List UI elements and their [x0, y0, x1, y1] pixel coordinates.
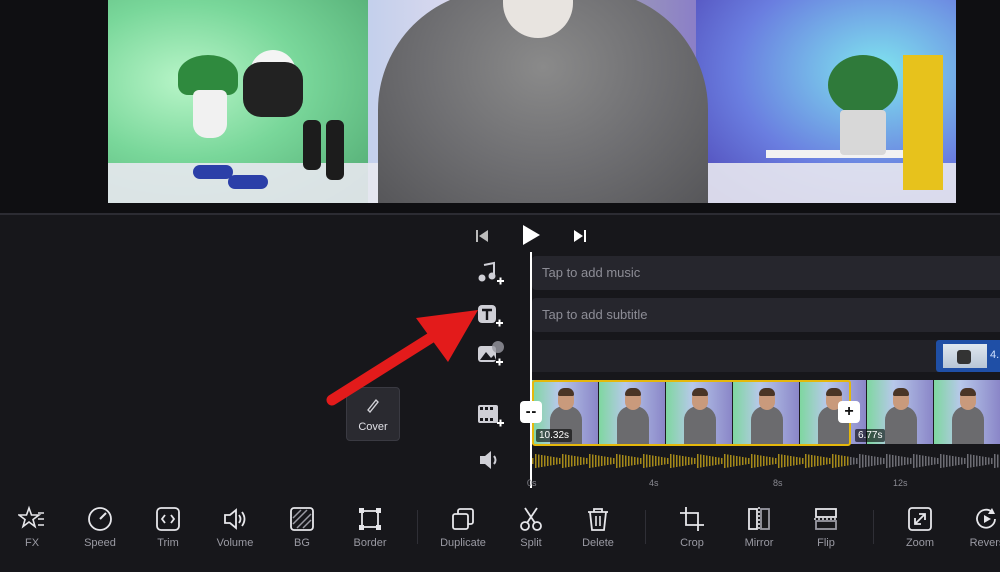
fx-star-icon [18, 505, 46, 533]
volume-icon [221, 505, 249, 533]
toolbar-mirror-button[interactable]: Mirror [727, 505, 791, 555]
skip-forward-icon [574, 230, 586, 242]
toolbar-zoom-button[interactable]: Zoom [888, 505, 952, 555]
overlay-clip-label: 4. [990, 349, 1000, 361]
speaker-icon [480, 451, 497, 469]
toolbar-label: FX [24, 537, 40, 549]
toolbar-label: Trim [157, 537, 179, 549]
clip-thumbnail [666, 380, 733, 444]
toolbar-label: Crop [680, 537, 704, 549]
mirror-icon [745, 505, 773, 533]
video-preview[interactable] [108, 0, 956, 203]
video-track[interactable] [532, 380, 1000, 444]
toolbar-bg-button[interactable]: BG [270, 505, 334, 555]
video-preview-area [0, 0, 1000, 213]
skip-back-icon [476, 230, 488, 242]
music-placeholder: Tap to add music [542, 265, 641, 280]
next-clip-duration: 6.77s [855, 429, 886, 442]
toolbar-border-button[interactable]: Border [338, 505, 402, 555]
clip-thumbnail [599, 380, 666, 444]
divider [0, 213, 1000, 215]
trash-icon [584, 505, 612, 533]
skip-back-button[interactable] [472, 226, 492, 246]
toolbar-label: Delete [582, 537, 614, 549]
toolbar-fx-button[interactable]: FX [0, 505, 64, 555]
duplicate-icon [449, 505, 477, 533]
ruler-tick: 12s [893, 478, 908, 488]
toolbar-label: Split [520, 537, 542, 549]
cover-label: Cover [358, 421, 388, 433]
toolbar-trim-button[interactable]: Trim [136, 505, 200, 555]
toolbar-label: Mirror [744, 537, 774, 549]
toolbar-speed-button[interactable]: Speed [68, 505, 132, 555]
toolbar-split-button[interactable]: Split [499, 505, 563, 555]
overlay-clip-thumbnail [943, 344, 987, 368]
toolbar-label: Flip [817, 537, 835, 549]
trim-icon [154, 505, 182, 533]
playhead[interactable] [530, 252, 532, 488]
toolbar-volume-button[interactable]: Volume [203, 505, 267, 555]
play-button[interactable] [518, 222, 544, 248]
subtitle-track[interactable]: Tap to add subtitle [532, 298, 1000, 332]
toolbar-label: Revers [969, 537, 1000, 549]
toolbar-flip-button[interactable]: Flip [794, 505, 858, 555]
toolbar-separator [873, 510, 874, 544]
toolbar-label: Zoom [905, 537, 935, 549]
trim-right-handle[interactable]: + [838, 401, 860, 423]
toolbar-separator [645, 510, 646, 544]
red-arrow-annotation [326, 310, 478, 406]
crop-icon [678, 505, 706, 533]
audio-toggle-button[interactable] [476, 447, 506, 473]
music-track[interactable]: Tap to add music [532, 256, 1000, 290]
zoom-icon [906, 505, 934, 533]
flip-icon [812, 505, 840, 533]
toolbar-crop-button[interactable]: Crop [660, 505, 724, 555]
toolbar-label: Speed [84, 537, 116, 549]
overlay-track [532, 340, 1000, 372]
toolbar-label: Volume [216, 537, 254, 549]
selected-clip-duration: 10.32s [536, 429, 573, 442]
ruler-tick: 4s [649, 478, 659, 488]
ruler-tick: 0s [527, 478, 537, 488]
toolbar-revers-button[interactable]: Revers [955, 505, 1000, 555]
background-icon [288, 505, 316, 533]
toolbar-delete-button[interactable]: Delete [566, 505, 630, 555]
add-music-button[interactable] [476, 261, 506, 287]
reverse-icon [973, 505, 1000, 533]
overlay-clip[interactable]: 4. [936, 340, 1000, 372]
border-icon [356, 505, 384, 533]
subtitle-placeholder: Tap to add subtitle [542, 307, 648, 322]
toolbar-label: Border [353, 537, 387, 549]
toolbar-label: Duplicate [440, 537, 486, 549]
play-icon [523, 225, 540, 245]
music-add-icon [478, 261, 504, 285]
speed-gauge-icon [86, 505, 114, 533]
skip-forward-button[interactable] [570, 226, 590, 246]
clip-thumbnail [733, 380, 800, 444]
clip-thumbnail [934, 380, 1000, 444]
audio-waveform [532, 454, 999, 468]
ruler-tick: 8s [773, 478, 783, 488]
toolbar-separator [417, 510, 418, 544]
toolbar-label: BG [294, 537, 310, 549]
toolbar-duplicate-button[interactable]: Duplicate [431, 505, 495, 555]
scissors-icon [517, 505, 545, 533]
